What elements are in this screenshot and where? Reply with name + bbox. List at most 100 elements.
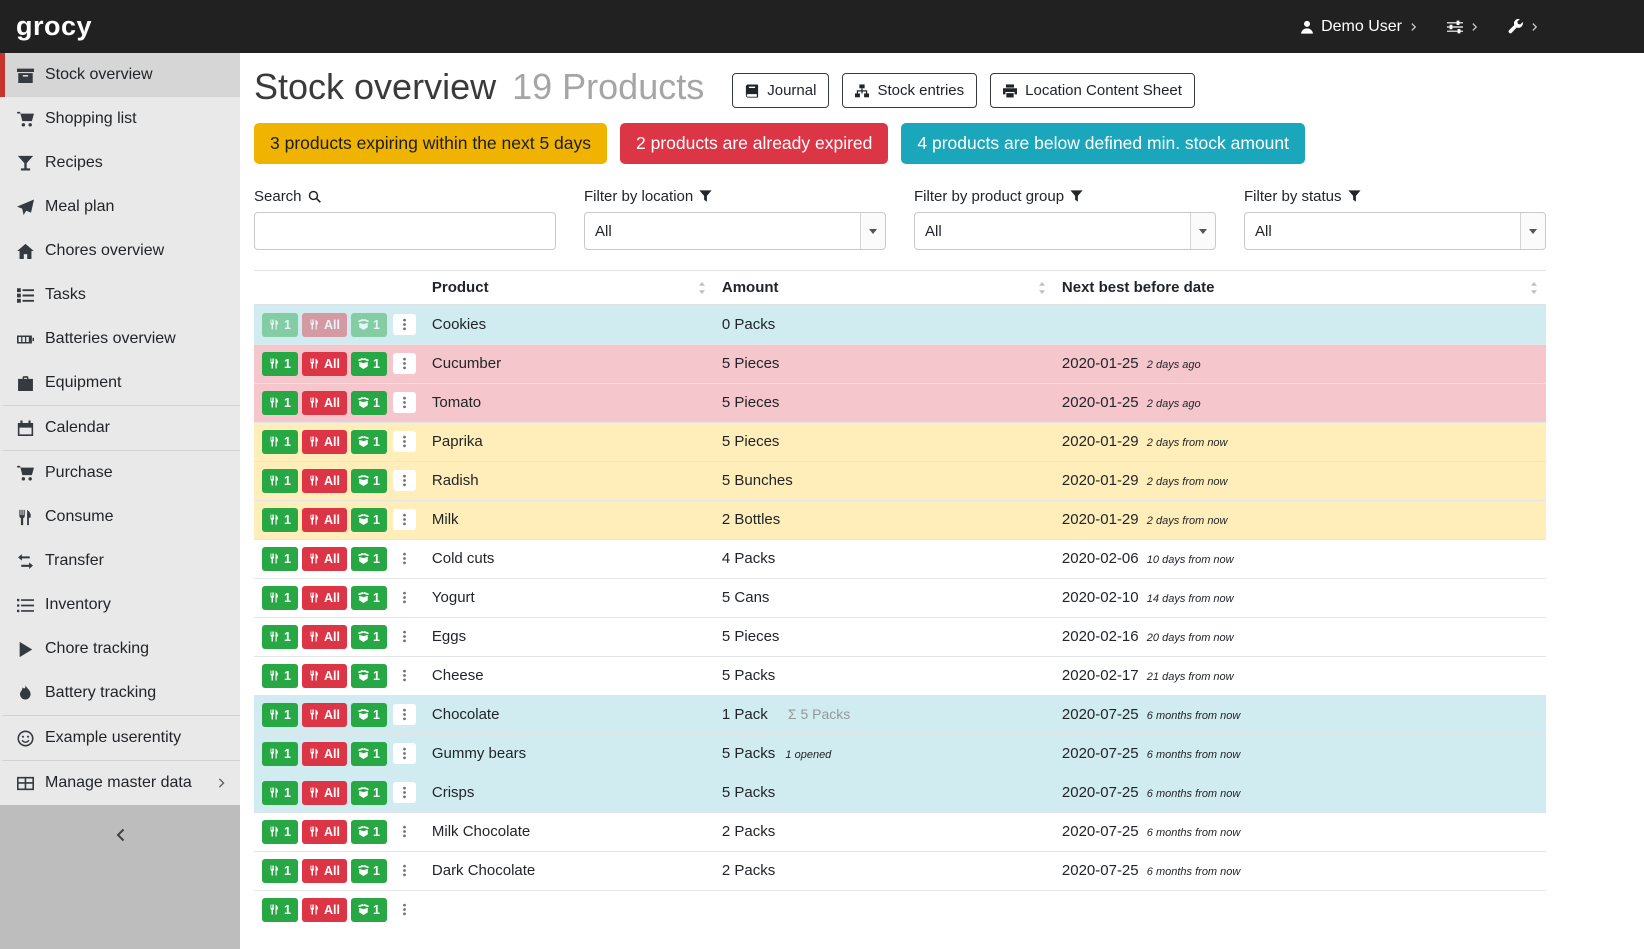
filter-select[interactable]: All	[914, 212, 1216, 250]
alert-badge[interactable]: 4 products are below defined min. stock …	[901, 123, 1305, 164]
consume-all-button[interactable]: All	[302, 313, 347, 337]
consume-all-button[interactable]: All	[302, 547, 347, 571]
toolbar-button[interactable]: Location Content Sheet	[990, 73, 1195, 108]
consume-all-button[interactable]: All	[302, 742, 347, 766]
consume-one-button[interactable]: 1	[262, 391, 298, 415]
sidebar-item-purchase[interactable]: Purchase	[0, 451, 240, 495]
open-one-button[interactable]: 1	[351, 508, 387, 532]
filter-select[interactable]: All	[1244, 212, 1546, 250]
alert-badge[interactable]: 2 products are already expired	[620, 123, 888, 164]
sidebar-item-example-userentity[interactable]: Example userentity	[0, 716, 240, 761]
open-one-button[interactable]: 1	[351, 391, 387, 415]
consume-all-button[interactable]: All	[302, 352, 347, 376]
open-one-button[interactable]: 1	[351, 781, 387, 805]
sidebar-item-shopping-list[interactable]: Shopping list	[0, 97, 240, 141]
sidebar-item-batteries-overview[interactable]: Batteries overview	[0, 317, 240, 361]
consume-one-button[interactable]: 1	[262, 859, 298, 883]
consume-one-button[interactable]: 1	[262, 469, 298, 493]
consume-all-button[interactable]: All	[302, 586, 347, 610]
sidebar-item-chores-overview[interactable]: Chores overview	[0, 229, 240, 273]
consume-all-button[interactable]: All	[302, 664, 347, 688]
open-one-button[interactable]: 1	[351, 664, 387, 688]
row-menu-button[interactable]	[393, 470, 416, 491]
consume-all-button[interactable]: All	[302, 859, 347, 883]
consume-all-button[interactable]: All	[302, 430, 347, 454]
sidebar-collapse-button[interactable]	[0, 805, 240, 949]
admin-menu[interactable]	[1508, 19, 1540, 34]
row-menu-button[interactable]	[393, 392, 416, 413]
sidebar-item-equipment[interactable]: Equipment	[0, 361, 240, 406]
open-one-button[interactable]: 1	[351, 547, 387, 571]
product-column-header[interactable]: Product	[424, 271, 714, 306]
consume-one-button[interactable]: 1	[262, 898, 298, 922]
row-menu-button[interactable]	[393, 782, 416, 803]
sidebar-item-chore-tracking[interactable]: Chore tracking	[0, 627, 240, 671]
consume-one-button[interactable]: 1	[262, 508, 298, 532]
open-one-button[interactable]: 1	[351, 352, 387, 376]
open-one-button[interactable]: 1	[351, 703, 387, 727]
consume-one-button[interactable]: 1	[262, 742, 298, 766]
consume-one-button[interactable]: 1	[262, 586, 298, 610]
amount-column-header[interactable]: Amount	[714, 271, 1054, 306]
sidebar-item-recipes[interactable]: Recipes	[0, 141, 240, 185]
bbd-column-header[interactable]: Next best before date	[1054, 271, 1546, 306]
row-menu-button[interactable]	[393, 704, 416, 725]
consume-one-button[interactable]: 1	[262, 313, 298, 337]
consume-all-button[interactable]: All	[302, 508, 347, 532]
consume-one-button[interactable]: 1	[262, 703, 298, 727]
row-menu-button[interactable]	[393, 509, 416, 530]
toolbar-button[interactable]: Stock entries	[842, 73, 977, 108]
sidebar-item-meal-plan[interactable]: Meal plan	[0, 185, 240, 229]
consume-all-button[interactable]: All	[302, 391, 347, 415]
row-menu-button[interactable]	[393, 821, 416, 842]
open-one-button[interactable]: 1	[351, 898, 387, 922]
consume-all-button[interactable]: All	[302, 898, 347, 922]
row-menu-button[interactable]	[393, 431, 416, 452]
consume-one-button[interactable]: 1	[262, 781, 298, 805]
consume-one-button[interactable]: 1	[262, 430, 298, 454]
consume-all-button[interactable]: All	[302, 625, 347, 649]
open-one-button[interactable]: 1	[351, 313, 387, 337]
filter-select[interactable]: All	[584, 212, 886, 250]
sidebar-item-manage-master-data[interactable]: Manage master data	[0, 761, 240, 805]
consume-one-button[interactable]: 1	[262, 820, 298, 844]
grocy-logo[interactable]: grocy	[16, 11, 92, 42]
consume-all-button[interactable]: All	[302, 469, 347, 493]
sidebar-item-tasks[interactable]: Tasks	[0, 273, 240, 317]
open-one-button[interactable]: 1	[351, 469, 387, 493]
row-menu-button[interactable]	[393, 899, 416, 920]
row-menu-button[interactable]	[393, 353, 416, 374]
open-one-button[interactable]: 1	[351, 430, 387, 454]
consume-all-button[interactable]: All	[302, 781, 347, 805]
open-one-button[interactable]: 1	[351, 820, 387, 844]
consume-one-button[interactable]: 1	[262, 547, 298, 571]
open-one-button[interactable]: 1	[351, 625, 387, 649]
open-one-button[interactable]: 1	[351, 742, 387, 766]
toolbar-button[interactable]: Journal	[732, 73, 829, 108]
sidebar-item-transfer[interactable]: Transfer	[0, 539, 240, 583]
sidebar-item-battery-tracking[interactable]: Battery tracking	[0, 671, 240, 716]
sidebar-item-stock-overview[interactable]: Stock overview	[0, 53, 240, 97]
consume-one-button[interactable]: 1	[262, 625, 298, 649]
search-input[interactable]	[254, 212, 556, 250]
consume-one-button[interactable]: 1	[262, 664, 298, 688]
row-menu-button[interactable]	[393, 314, 416, 335]
sidebar-item-calendar[interactable]: Calendar	[0, 406, 240, 451]
open-one-button[interactable]: 1	[351, 859, 387, 883]
consume-one-button[interactable]: 1	[262, 352, 298, 376]
consume-all-button[interactable]: All	[302, 703, 347, 727]
row-menu-button[interactable]	[393, 548, 416, 569]
row-menu-button[interactable]	[393, 743, 416, 764]
sidebar-item-consume[interactable]: Consume	[0, 495, 240, 539]
settings-menu[interactable]	[1447, 19, 1480, 35]
alert-badge[interactable]: 3 products expiring within the next 5 da…	[254, 123, 607, 164]
consume-all-button[interactable]: All	[302, 820, 347, 844]
row-menu-button[interactable]	[393, 860, 416, 881]
row-menu-button[interactable]	[393, 665, 416, 686]
sidebar-item-inventory[interactable]: Inventory	[0, 583, 240, 627]
open-one-button[interactable]: 1	[351, 586, 387, 610]
row-menu-button[interactable]	[393, 626, 416, 647]
consume-all-label: All	[324, 513, 340, 527]
row-menu-button[interactable]	[393, 587, 416, 608]
user-menu[interactable]: Demo User	[1300, 18, 1419, 36]
